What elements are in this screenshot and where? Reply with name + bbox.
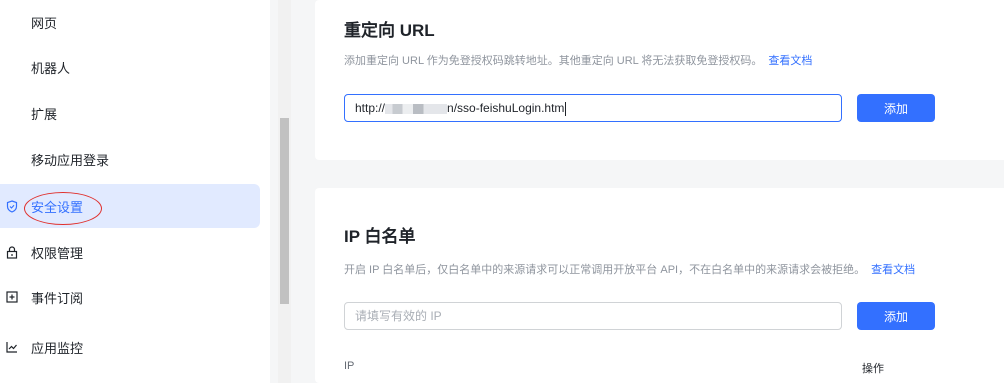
add-redirect-url-button[interactable]: 添加: [857, 94, 935, 122]
text-caret: [565, 101, 567, 116]
sidebar-item-label: 扩展: [31, 106, 58, 122]
ip-whitelist-title: IP 白名单: [344, 227, 416, 246]
column-header-actions: 操作: [862, 363, 884, 375]
redirect-url-input[interactable]: http:// n/sso-feishuLogin.htm: [344, 94, 842, 122]
url-suffix: n/sso-feishuLogin.htm: [447, 101, 565, 115]
redirect-url-description: 添加重定向 URL 作为免登授权码跳转地址。其他重定向 URL 将无法获取免登授…: [344, 52, 812, 68]
column-header-ip: IP: [344, 360, 355, 372]
view-docs-link[interactable]: 查看文档: [768, 55, 812, 67]
sidebar-item-label: 事件订阅: [31, 290, 84, 306]
sidebar-item-webpage[interactable]: 网页: [0, 0, 260, 44]
sidebar-item-security[interactable]: 安全设置: [0, 184, 260, 228]
redacted-domain: [385, 103, 448, 114]
ip-whitelist-card: IP 白名单 开启 IP 白名单后，仅白名单中的来源请求可以正常调用开放平台 A…: [315, 188, 1004, 383]
ip-whitelist-description: 开启 IP 白名单后，仅白名单中的来源请求可以正常调用开放平台 API，不在白名…: [344, 261, 915, 277]
sidebar: 网页 机器人 扩展 移动应用登录 安全设置 权限管理 事件订阅 应用监控: [0, 0, 270, 383]
redirect-url-card: 重定向 URL 添加重定向 URL 作为免登授权码跳转地址。其他重定向 URL …: [315, 0, 1004, 160]
redirect-url-description-text: 添加重定向 URL 作为免登授权码跳转地址。其他重定向 URL 将无法获取免登授…: [344, 55, 763, 67]
chart-line-icon: [5, 340, 19, 354]
ip-whitelist-description-text: 开启 IP 白名单后，仅白名单中的来源请求可以正常调用开放平台 API，不在白名…: [344, 264, 866, 276]
ip-input[interactable]: 请填写有效的 IP: [344, 302, 842, 330]
lock-icon: [5, 245, 19, 259]
sidebar-item-mobile-login[interactable]: 移动应用登录: [0, 137, 260, 181]
sidebar-item-permissions[interactable]: 权限管理: [0, 230, 260, 274]
url-prefix: http://: [355, 101, 386, 115]
redirect-url-title: 重定向 URL: [344, 21, 435, 40]
sidebar-item-event-subscription[interactable]: 事件订阅: [0, 275, 260, 319]
scrollbar-thumb[interactable]: [280, 118, 289, 304]
sidebar-item-extension[interactable]: 扩展: [0, 91, 260, 135]
event-icon: [5, 290, 19, 304]
sidebar-item-label: 网页: [31, 15, 58, 31]
sidebar-item-label: 安全设置: [31, 199, 84, 215]
sidebar-item-label: 移动应用登录: [31, 152, 110, 168]
add-ip-button[interactable]: 添加: [857, 302, 935, 330]
sidebar-item-label: 权限管理: [31, 245, 84, 261]
shield-icon: [5, 199, 19, 213]
sidebar-item-label: 机器人: [31, 60, 71, 76]
sidebar-item-monitoring[interactable]: 应用监控: [0, 325, 260, 369]
sidebar-item-bot[interactable]: 机器人: [0, 45, 260, 89]
view-docs-link[interactable]: 查看文档: [871, 264, 915, 276]
sidebar-item-label: 应用监控: [31, 340, 84, 356]
